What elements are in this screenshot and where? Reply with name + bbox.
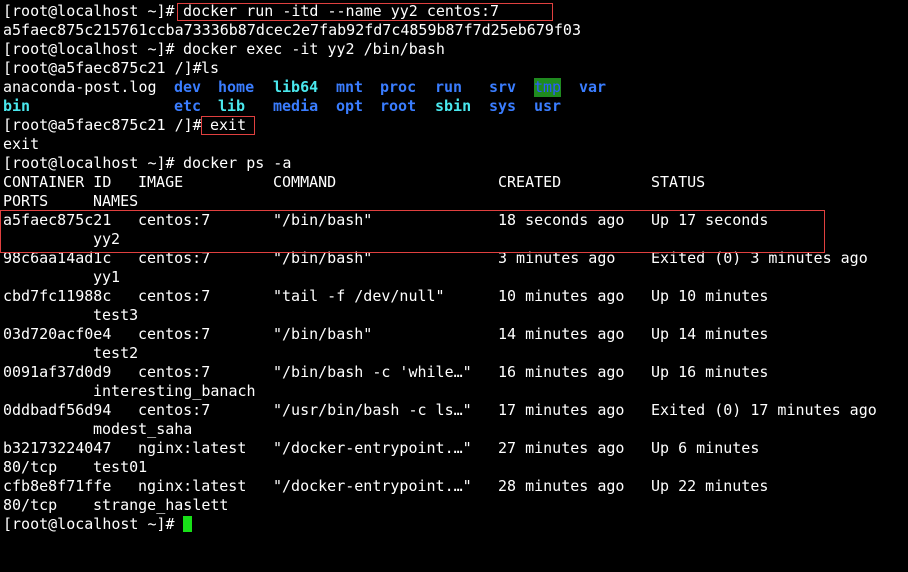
directory-entry: dev	[174, 78, 202, 96]
cell-ports: 80/tcp	[3, 458, 58, 476]
cell-created: 17 minutes ago	[498, 401, 625, 419]
terminal-line: [root@a5faec875c21 /]# ls	[3, 59, 219, 78]
directory-entry: home	[218, 78, 255, 96]
cell-container-id: cbd7fc11988c	[3, 287, 112, 305]
cell-name: test2	[93, 344, 139, 362]
cell-command: "tail -f /dev/null"	[273, 287, 445, 305]
cell-command: "/usr/bin/bash -c ls…"	[273, 401, 472, 419]
command-text: docker exec -it yy2 /bin/bash	[183, 40, 445, 58]
cell-command: "/docker-entrypoint.…"	[273, 439, 472, 457]
directory-entry: opt	[336, 97, 364, 115]
directory-entry: usr	[534, 97, 562, 115]
terminal-line: a5faec875c215761ccba73336b87dcec2e7fab92…	[3, 21, 581, 40]
terminal-line: [root@localhost ~]# docker ps -a	[3, 154, 291, 173]
cell-status: Up 22 minutes	[651, 477, 769, 495]
cell-image: centos:7	[138, 401, 211, 419]
directory-entry: srv	[489, 78, 517, 96]
header-created: CREATED	[498, 173, 562, 191]
cell-container-id: 03d720acf0e4	[3, 325, 112, 343]
header-command: COMMAND	[273, 173, 337, 191]
cell-ports: 80/tcp	[3, 496, 58, 514]
cell-status: Up 16 minutes	[651, 363, 769, 381]
terminal-line: [root@localhost ~]# docker run -itd --na…	[3, 2, 499, 21]
cell-container-id: 0091af37d0d9	[3, 363, 112, 381]
terminal-window[interactable]: [root@localhost ~]# docker run -itd --na…	[0, 0, 908, 566]
table-header: PORTS NAMES	[3, 192, 138, 211]
cell-created: 10 minutes ago	[498, 287, 625, 305]
terminal-line: [root@localhost ~]#	[3, 515, 175, 534]
cell-container-id: cfb8e8f71ffe	[3, 477, 112, 495]
cell-container-id: b32173224047	[3, 439, 112, 457]
cell-image: nginx:latest	[138, 477, 247, 495]
cell-image: nginx:latest	[138, 439, 247, 457]
cell-status: Exited (0) 17 minutes ago	[651, 401, 877, 419]
file-entry: anaconda-post.log	[3, 78, 157, 96]
directory-entry-sticky: tmp	[534, 78, 562, 97]
cell-created: 28 minutes ago	[498, 477, 625, 495]
cell-name: test01	[93, 458, 148, 476]
cell-name: test3	[93, 306, 139, 324]
cell-status: Up 6 minutes	[651, 439, 760, 457]
cell-created: 27 minutes ago	[498, 439, 625, 457]
cell-container-id: 0ddbadf56d94	[3, 401, 112, 419]
cell-image: centos:7	[138, 287, 211, 305]
cell-command: "/bin/bash -c 'while…"	[273, 363, 472, 381]
cell-status: Up 14 minutes	[651, 325, 769, 343]
cell-name: yy1	[93, 268, 121, 286]
symlink-entry: sbin	[435, 97, 472, 115]
ls-output-row: bin etc lib media opt root sbin sys usr	[3, 97, 561, 116]
shell-prompt: [root@a5faec875c21 /]#	[3, 116, 211, 134]
table-header: CONTAINER ID IMAGE COMMAND CREATED STATU…	[3, 173, 705, 192]
cell-created: 16 minutes ago	[498, 363, 625, 381]
cell-name: strange_haslett	[93, 496, 229, 514]
directory-entry: mnt	[336, 78, 364, 96]
cell-status: Up 10 minutes	[651, 287, 769, 305]
shell-prompt: [root@localhost ~]#	[3, 515, 184, 533]
header-names: NAMES	[93, 192, 139, 210]
directory-entry: root	[380, 97, 417, 115]
cell-command: "/bin/bash"	[273, 325, 373, 343]
cell-image: centos:7	[138, 325, 211, 343]
directory-entry: sys	[489, 97, 517, 115]
text-cursor	[183, 516, 192, 532]
cell-name: modest_saha	[93, 420, 193, 438]
symlink-entry: bin	[3, 97, 31, 115]
shell-prompt: [root@a5faec875c21 /]#	[3, 59, 211, 77]
highlight-box	[177, 3, 553, 21]
symlink-entry: lib	[218, 97, 246, 115]
directory-entry: run	[435, 78, 463, 96]
output-text: a5faec875c215761ccba73336b87dcec2e7fab92…	[3, 21, 581, 39]
directory-entry: media	[273, 97, 319, 115]
terminal-line: [root@localhost ~]# docker exec -it yy2 …	[3, 40, 445, 59]
output-text: exit	[3, 135, 40, 153]
directory-entry: var	[579, 78, 607, 96]
header-image: IMAGE	[138, 173, 184, 191]
header-ports: PORTS	[3, 192, 49, 210]
command-text: ls	[201, 59, 220, 77]
cell-command: "/docker-entrypoint.…"	[273, 477, 472, 495]
header-status: STATUS	[651, 173, 706, 191]
highlight-box	[201, 116, 255, 135]
terminal-line: [root@a5faec875c21 /]# exit	[3, 116, 246, 135]
shell-prompt: [root@localhost ~]#	[3, 2, 184, 20]
terminal-line: exit	[3, 135, 39, 154]
cell-created: 14 minutes ago	[498, 325, 625, 343]
shell-prompt: [root@localhost ~]#	[3, 154, 184, 172]
symlink-entry: lib64	[273, 78, 319, 96]
ls-output-row: anaconda-post.log dev home lib64 mnt pro…	[3, 78, 606, 97]
shell-prompt: [root@localhost ~]#	[3, 40, 184, 58]
cell-image: centos:7	[138, 363, 211, 381]
header-container-id: CONTAINER ID	[3, 173, 112, 191]
directory-entry: etc	[174, 97, 202, 115]
cell-name: interesting_banach	[93, 382, 256, 400]
command-text: docker ps -a	[183, 154, 292, 172]
highlight-box	[0, 210, 825, 253]
directory-entry: proc	[380, 78, 417, 96]
